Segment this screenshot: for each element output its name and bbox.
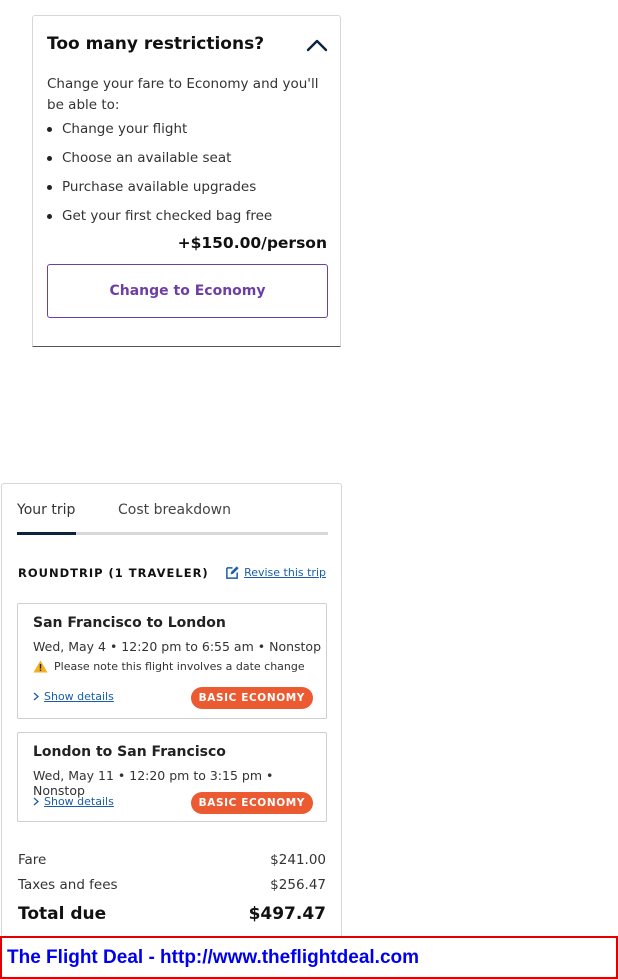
trip-summary-card: Your trip Cost breakdown ROUNDTRIP (1 TR… [1, 483, 342, 943]
benefit-item: Purchase available upgrades [47, 176, 327, 205]
tab-your-trip[interactable]: Your trip [17, 502, 75, 518]
active-tab-indicator [17, 532, 76, 535]
total-value: $497.47 [248, 904, 326, 924]
benefit-item: Change your flight [47, 118, 327, 147]
benefit-item: Get your first checked bag free [47, 205, 327, 234]
date-change-warning: Please note this flight involves a date … [33, 660, 305, 673]
upsell-price: +$150.00/person [177, 234, 327, 252]
upsell-title: Too many restrictions? [47, 34, 265, 54]
revise-trip-label[interactable]: Revise this trip [244, 566, 326, 579]
fare-class-badge: BASIC ECONOMY [190, 792, 313, 814]
warning-text: Please note this flight involves a date … [54, 660, 305, 673]
upsell-intro: Change your fare to Economy and you'll b… [47, 76, 319, 113]
fare-upsell-card: Too many restrictions? Change your fare … [32, 15, 341, 347]
edit-icon [226, 566, 239, 579]
total-label: Total due [18, 904, 107, 924]
show-details-link[interactable]: Show details [33, 690, 114, 703]
tab-cost-breakdown[interactable]: Cost breakdown [118, 502, 231, 518]
flight-card-outbound: San Francisco to London Wed, May 4 • 12:… [17, 603, 327, 719]
fare-row: Fare $241.00 [18, 852, 326, 868]
taxes-row: Taxes and fees $256.47 [18, 877, 326, 893]
banner-text: The Flight Deal - http://www.theflightde… [7, 946, 420, 968]
flight-card-return: London to San Francisco Wed, May 11 • 12… [17, 732, 327, 822]
flight-route: San Francisco to London [33, 615, 226, 631]
show-details-link[interactable]: Show details [33, 795, 114, 808]
total-row: Total due $497.47 [18, 904, 326, 924]
taxes-label: Taxes and fees [18, 877, 118, 893]
show-details-label[interactable]: Show details [44, 690, 114, 703]
warning-icon [33, 660, 48, 673]
watermark-banner: The Flight Deal - http://www.theflightde… [0, 936, 618, 979]
revise-trip-link[interactable]: Revise this trip [225, 565, 326, 580]
benefits-list: Change your flight Choose an available s… [47, 118, 327, 234]
fare-class-badge: BASIC ECONOMY [190, 687, 313, 709]
taxes-value: $256.47 [270, 877, 326, 893]
chevron-right-icon [33, 797, 39, 806]
chevron-up-icon[interactable] [306, 38, 328, 52]
show-details-label[interactable]: Show details [44, 795, 114, 808]
trip-type-heading: ROUNDTRIP (1 TRAVELER) [18, 566, 209, 580]
change-to-economy-button[interactable]: Change to Economy [47, 264, 328, 318]
flight-schedule: Wed, May 4 • 12:20 pm to 6:55 am • Nonst… [33, 639, 322, 654]
trip-tabs: Your trip Cost breakdown [17, 500, 328, 535]
fare-value: $241.00 [270, 852, 326, 868]
chevron-right-icon [33, 692, 39, 701]
flight-route: London to San Francisco [33, 744, 226, 760]
fare-label: Fare [18, 852, 47, 868]
benefit-item: Choose an available seat [47, 147, 327, 176]
